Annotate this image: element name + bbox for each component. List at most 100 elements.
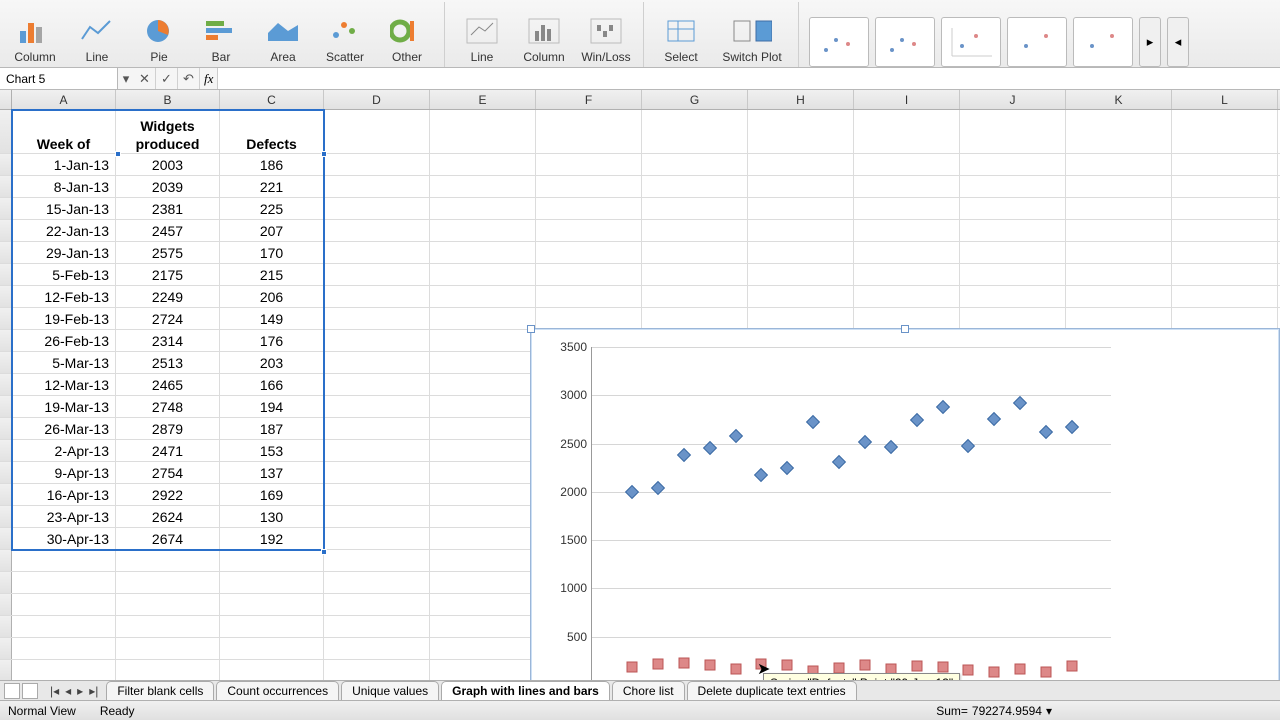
cell-widgets[interactable]: 2471 <box>116 440 220 461</box>
gallery-prev-button[interactable]: ◂ <box>1167 17 1189 67</box>
widgets-point[interactable] <box>1039 425 1053 439</box>
sheet-tab[interactable]: Unique values <box>341 681 439 700</box>
row-header[interactable] <box>0 638 12 659</box>
next-tab-button[interactable]: ▸ <box>75 684 85 698</box>
cell-week[interactable]: 5-Feb-13 <box>12 264 116 285</box>
defects-point[interactable] <box>704 660 715 671</box>
cell-widgets[interactable]: 2314 <box>116 330 220 351</box>
cell-week[interactable]: 2-Apr-13 <box>12 440 116 461</box>
row-header[interactable] <box>0 176 12 197</box>
cell-widgets[interactable]: 2748 <box>116 396 220 417</box>
cell-defects[interactable]: 186 <box>220 154 324 175</box>
sparkline-line-button[interactable]: Line <box>451 2 513 67</box>
formula-history-button[interactable]: ↶ <box>178 68 200 89</box>
cell-defects[interactable]: 187 <box>220 418 324 439</box>
cell-widgets[interactable]: 2754 <box>116 462 220 483</box>
cell-widgets[interactable]: 2175 <box>116 264 220 285</box>
resize-handle[interactable] <box>901 325 909 333</box>
defects-point[interactable] <box>859 660 870 671</box>
cell-defects[interactable]: 215 <box>220 264 324 285</box>
cell-week[interactable]: 12-Mar-13 <box>12 374 116 395</box>
cell-week[interactable]: 26-Mar-13 <box>12 418 116 439</box>
cancel-formula-button[interactable]: ✕ <box>134 68 156 89</box>
fill-handle[interactable] <box>321 549 327 555</box>
row-header[interactable] <box>0 616 12 637</box>
col-header-F[interactable]: F <box>536 90 642 109</box>
cell-defects[interactable]: 149 <box>220 308 324 329</box>
cell-widgets[interactable]: 2724 <box>116 308 220 329</box>
col-header-H[interactable]: H <box>748 90 854 109</box>
widgets-point[interactable] <box>651 481 665 495</box>
area-chart-button[interactable]: Area <box>252 2 314 67</box>
cell-defects[interactable]: 194 <box>220 396 324 417</box>
cell-defects[interactable]: 206 <box>220 286 324 307</box>
cell-defects[interactable]: 207 <box>220 220 324 241</box>
select-data-button[interactable]: Select <box>650 2 712 67</box>
row-header[interactable] <box>0 594 12 615</box>
row-header[interactable] <box>0 220 12 241</box>
widgets-point[interactable] <box>1013 396 1027 410</box>
widgets-point[interactable] <box>780 461 794 475</box>
cell-week[interactable]: 29-Jan-13 <box>12 242 116 263</box>
widgets-point[interactable] <box>961 439 975 453</box>
cell-week[interactable]: 30-Apr-13 <box>12 528 116 549</box>
cell-widgets[interactable]: 2922 <box>116 484 220 505</box>
name-box[interactable]: Chart 5 <box>0 68 118 89</box>
row-header[interactable] <box>0 528 12 549</box>
widgets-point[interactable] <box>1065 420 1079 434</box>
cell-week[interactable]: 8-Jan-13 <box>12 176 116 197</box>
defects-point[interactable] <box>937 661 948 672</box>
cell-widgets[interactable]: 2003 <box>116 154 220 175</box>
row-header[interactable] <box>0 110 12 153</box>
bar-chart-button[interactable]: Bar <box>190 2 252 67</box>
cell-week[interactable]: 9-Apr-13 <box>12 462 116 483</box>
col-header-L[interactable]: L <box>1172 90 1278 109</box>
row-header[interactable] <box>0 308 12 329</box>
chart-object[interactable]: 17-Dec-126-Jan-1326-Jan-1316-Apr-136-May… <box>530 328 1280 698</box>
last-tab-button[interactable]: ▸| <box>87 684 100 698</box>
row-header[interactable] <box>0 154 12 175</box>
sheet-tab[interactable]: Graph with lines and bars <box>441 681 610 700</box>
defects-point[interactable] <box>963 665 974 676</box>
cell-defects[interactable]: 203 <box>220 352 324 373</box>
row-header[interactable] <box>0 572 12 593</box>
line-chart-button[interactable]: Line <box>66 2 128 67</box>
col-header-J[interactable]: J <box>960 90 1066 109</box>
cell-defects[interactable]: 176 <box>220 330 324 351</box>
row-header[interactable] <box>0 198 12 219</box>
cell-week[interactable]: 26-Feb-13 <box>12 330 116 351</box>
widgets-point[interactable] <box>884 440 898 454</box>
sheet-tab[interactable]: Count occurrences <box>216 681 339 700</box>
widgets-point[interactable] <box>987 412 1001 426</box>
widgets-point[interactable] <box>677 448 691 462</box>
cell-week[interactable]: 12-Feb-13 <box>12 286 116 307</box>
row-header[interactable] <box>0 484 12 505</box>
col-header-K[interactable]: K <box>1066 90 1172 109</box>
cell-widgets[interactable]: 2674 <box>116 528 220 549</box>
page-layout-view-button[interactable] <box>22 683 38 699</box>
cell-widgets[interactable]: 2249 <box>116 286 220 307</box>
cell-widgets[interactable]: 2381 <box>116 198 220 219</box>
cell-defects[interactable]: 221 <box>220 176 324 197</box>
cell-widgets[interactable]: 2457 <box>116 220 220 241</box>
cell-defects[interactable]: 137 <box>220 462 324 483</box>
selection-handle[interactable] <box>321 151 327 157</box>
cell-week[interactable]: 5-Mar-13 <box>12 352 116 373</box>
col-header-E[interactable]: E <box>430 90 536 109</box>
spreadsheet-grid[interactable]: A B C D E F G H I J K L Week of Widgets … <box>0 90 1280 698</box>
row-header[interactable] <box>0 660 12 681</box>
cell-defects[interactable]: 169 <box>220 484 324 505</box>
style-thumb-1[interactable] <box>809 17 869 67</box>
cell-week[interactable]: 1-Jan-13 <box>12 154 116 175</box>
row-header[interactable] <box>0 462 12 483</box>
gallery-next-button[interactable]: ▸ <box>1139 17 1161 67</box>
widgets-point[interactable] <box>625 484 639 498</box>
defects-point[interactable] <box>1015 663 1026 674</box>
widgets-point[interactable] <box>832 454 846 468</box>
normal-view-button[interactable] <box>4 683 20 699</box>
pie-chart-button[interactable]: Pie <box>128 2 190 67</box>
defects-point[interactable] <box>678 658 689 669</box>
row-header[interactable] <box>0 264 12 285</box>
row-header[interactable] <box>0 550 12 571</box>
defects-point[interactable] <box>1041 667 1052 678</box>
